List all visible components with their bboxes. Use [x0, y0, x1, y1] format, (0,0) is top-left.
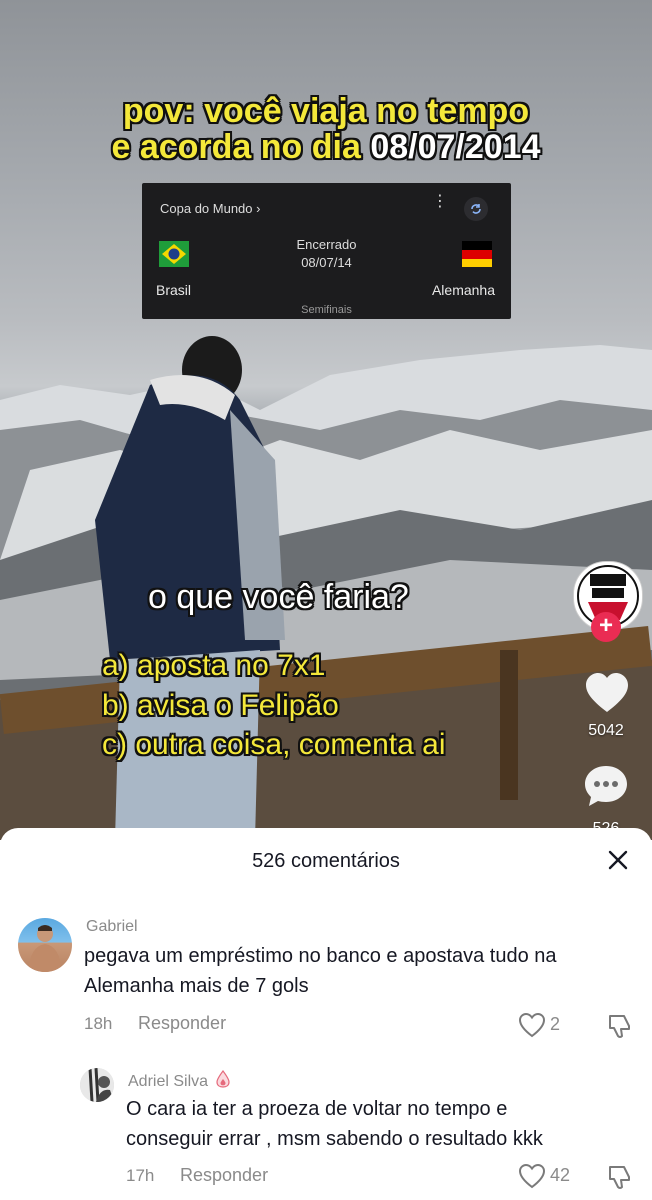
home-team-name: Brasil	[156, 282, 192, 298]
comment-text-line-2: Alemanha mais de 7 gols	[84, 975, 309, 997]
caption-line-2: e acorda no dia 08/07/2014	[0, 128, 652, 166]
comment-text: pegava um empréstimo no banco e apostava…	[84, 941, 557, 1001]
match-status-text: Encerrado	[296, 237, 357, 252]
comment-author-name: Adriel Silva	[128, 1073, 209, 1090]
option-c: c) outra coisa, comenta ai	[102, 728, 446, 761]
close-icon[interactable]	[606, 848, 630, 872]
away-team-name: Alemanha	[431, 282, 495, 298]
option-a: a) aposta no 7x1	[102, 649, 326, 682]
comment-text-line-1: O cara ia ter a proeza de voltar no temp…	[126, 1098, 508, 1120]
match-score-card: Copa do Mundo › ⋮ Encerrado 08/07/14 Bra…	[142, 183, 511, 319]
comment-author[interactable]: Adriel Silva	[128, 1069, 231, 1091]
reply-button[interactable]: Responder	[138, 1013, 226, 1034]
comments-sheet: 526 comentários Gabriel pegava um emprés…	[0, 828, 652, 1200]
question-caption: o que você faria?	[148, 578, 409, 616]
comment-author[interactable]: Gabriel	[86, 918, 138, 936]
comment-like-count: 42	[550, 1165, 571, 1185]
blood-drop-icon	[216, 1069, 231, 1088]
reply-button[interactable]: Responder	[180, 1165, 268, 1186]
commenter-avatar[interactable]	[18, 918, 72, 972]
heart-outline-icon[interactable]	[518, 1012, 546, 1038]
thumbs-down-icon[interactable]	[606, 1163, 634, 1191]
competition-link: Copa do Mundo ›	[160, 201, 261, 216]
comments-title: 526 comentários	[252, 850, 400, 872]
thumbs-down-icon[interactable]	[606, 1012, 634, 1040]
heart-outline-icon[interactable]	[518, 1163, 546, 1189]
commenter-avatar[interactable]	[80, 1068, 114, 1102]
like-count: 5042	[588, 722, 624, 739]
match-round: Semifinais	[301, 304, 352, 316]
refresh-icon	[464, 197, 488, 221]
heart-like-icon[interactable]	[584, 672, 630, 714]
caption-line-1: pov: você viaja no tempo	[122, 92, 530, 130]
follow-plus-button[interactable]: +	[591, 612, 621, 642]
match-status: Encerrado 08/07/14	[142, 236, 511, 272]
comment-time: 17h	[126, 1166, 155, 1185]
match-date: 08/07/14	[301, 255, 352, 270]
comment-bubble-icon[interactable]	[583, 764, 629, 808]
comment-text-line-1: pegava um empréstimo no banco e apostava…	[84, 945, 557, 967]
comment-time: 18h	[84, 1014, 113, 1033]
caption-date: 08/07/2014	[370, 128, 541, 166]
video-player[interactable]: pov: você viaja no tempo e acorda no dia…	[0, 0, 652, 840]
comment-text-line-2: conseguir errar , msm sabendo o resultad…	[126, 1128, 543, 1150]
comment-text: O cara ia ter a proeza de voltar no temp…	[126, 1094, 543, 1154]
comment-like-count: 2	[550, 1014, 561, 1034]
more-vertical-icon: ⋮	[432, 193, 448, 210]
option-b: b) avisa o Felipão	[102, 689, 339, 722]
caption-line-2-prefix: e acorda no dia	[111, 128, 361, 166]
